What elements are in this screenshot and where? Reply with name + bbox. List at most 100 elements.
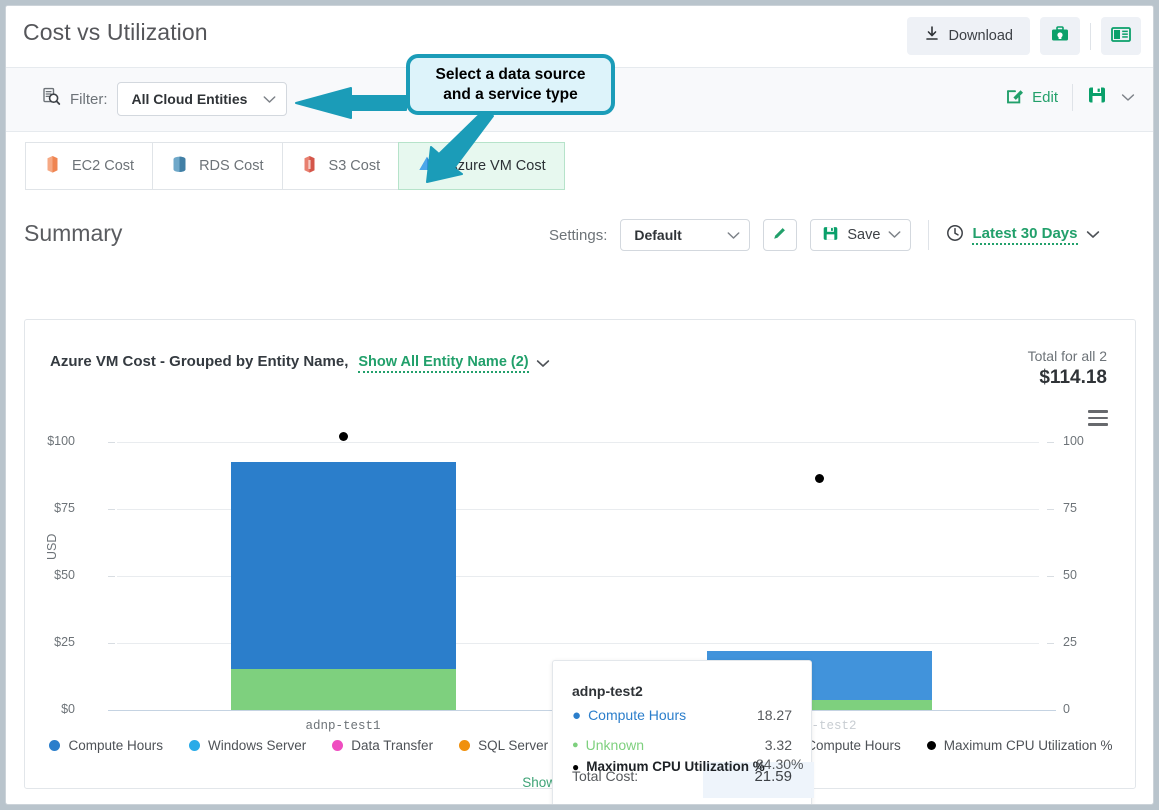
tick-mark	[108, 509, 115, 510]
y-tick-left: $0	[61, 702, 75, 716]
save-settings-button[interactable]: Save	[810, 219, 912, 251]
aws-rds-icon	[171, 155, 188, 178]
chart-total: Total for all 2 $114.18	[1028, 348, 1107, 389]
legend-item-maximum-cpu-utilization[interactable]: Maximum CPU Utilization %	[926, 738, 1113, 753]
book-panel-button[interactable]	[1101, 17, 1141, 55]
legend-item-compute-hours[interactable]: Compute Hours	[49, 738, 163, 753]
tick-mark	[1047, 509, 1054, 510]
y-axis-left-label: USD	[45, 533, 59, 560]
legend-item-windows-server[interactable]: Windows Server	[189, 738, 306, 753]
save-group	[1087, 85, 1135, 110]
y-tick-right: 100	[1063, 434, 1084, 448]
summary-title: Summary	[24, 220, 123, 246]
download-icon	[924, 26, 940, 46]
summary-divider	[928, 220, 930, 250]
legend-label: Compute Hours	[68, 738, 163, 753]
x-axis-category-label: adnp-test1	[305, 719, 381, 733]
tooltip-series-value: 3.32	[764, 737, 792, 753]
tick-mark	[1047, 576, 1054, 577]
chevron-down-icon	[263, 91, 276, 107]
y-tick-left: $100	[47, 434, 75, 448]
legend-label: Maximum CPU Utilization %	[943, 738, 1113, 753]
tabs-bar: EC2 Cost RDS Cost S3 Cost Azure VM Cost	[6, 132, 1153, 208]
scatter-point-max-cpu[interactable]	[815, 474, 824, 483]
tooltip-series-name: ● Unknown	[572, 737, 645, 753]
tooltip-cpu-label: ● Maximum CPU Utilization %	[572, 759, 765, 774]
summary-bar: Summary Settings: Default Save Latest 30…	[6, 208, 1153, 270]
legend-label: Windows Server	[208, 738, 307, 753]
date-range-label: Latest 30 Days	[972, 225, 1078, 245]
settings-select-value: Default	[634, 227, 682, 243]
chevron-down-icon	[1086, 226, 1100, 244]
download-button[interactable]: Download	[906, 17, 1030, 55]
download-label: Download	[948, 28, 1014, 44]
callout-bubble: Select a data source and a service type	[406, 54, 615, 115]
total-value: $114.18	[1039, 367, 1107, 388]
tabs-list: EC2 Cost RDS Cost S3 Cost Azure VM Cost	[25, 142, 565, 190]
legend-color-swatch	[189, 740, 200, 751]
tab-label: S3 Cost	[328, 158, 381, 174]
chevron-down-icon	[888, 227, 901, 243]
y-tick-right: 50	[1063, 568, 1077, 582]
chart-plot-area: USD Maximum CPU Utilization % $100 $75 $…	[25, 420, 1137, 804]
filter-select-value: All Cloud Entities	[131, 91, 248, 107]
legend-color-swatch	[926, 741, 936, 750]
callout-text: Select a data source and a service type	[435, 65, 586, 103]
tooltip-series-value: 18.27	[756, 707, 792, 723]
tab-label: Azure VM Cost	[448, 158, 546, 174]
chevron-down-icon	[727, 227, 740, 243]
y-tick-left: $50	[54, 568, 75, 582]
bar-segment-compute-hours[interactable]	[231, 462, 456, 669]
bullet-icon: ●	[572, 759, 580, 774]
tick-mark	[1047, 442, 1054, 443]
chart-header: Azure VM Cost - Grouped by Entity Name, …	[50, 353, 550, 373]
bullet-icon: ●	[572, 738, 579, 751]
chart-tooltip: adnp-test2 ● Compute Hours 18.27 ● Unkno…	[552, 660, 814, 804]
edit-button[interactable]: Edit	[1006, 86, 1058, 109]
page-title: Cost vs Utilization	[23, 19, 208, 45]
legend-label: Data Transfer	[351, 738, 434, 753]
y-tick-right: 25	[1063, 635, 1077, 649]
tick-mark	[108, 576, 115, 577]
book-icon	[1110, 24, 1132, 49]
total-label: Total for all 2	[1027, 348, 1107, 364]
chart-card: Azure VM Cost - Grouped by Entity Name, …	[24, 319, 1137, 804]
tab-azure-vm-cost[interactable]: Azure VM Cost	[398, 142, 565, 190]
tab-rds-cost[interactable]: RDS Cost	[152, 142, 282, 190]
y-tick-right: 75	[1063, 501, 1077, 515]
filter-document-icon	[42, 87, 61, 111]
date-range-picker[interactable]: Latest 30 Days	[946, 224, 1099, 247]
tooltip-cpu-value: 84.30%	[756, 756, 804, 772]
tooltip-title: adnp-test2	[572, 683, 643, 699]
application-window: Cost vs Utilization Download Filter: All…	[5, 5, 1154, 805]
tick-mark	[108, 442, 115, 443]
edit-label: Edit	[1032, 89, 1058, 106]
bar-segment-unknown[interactable]	[231, 669, 456, 710]
settings-select[interactable]: Default	[620, 219, 751, 251]
scatter-point-max-cpu[interactable]	[339, 432, 348, 441]
briefcase-button[interactable]	[1040, 17, 1080, 55]
legend-color-swatch	[332, 740, 344, 751]
show-all-entity-name-link[interactable]: Show All Entity Name (2)	[358, 354, 549, 373]
tab-label: EC2 Cost	[72, 158, 135, 174]
legend-item-data-transfer[interactable]: Data Transfer	[332, 738, 433, 753]
floppy-save-icon	[822, 225, 839, 246]
settings-label: Settings:	[549, 226, 608, 244]
filter-bar-actions: Edit	[1006, 84, 1135, 111]
filter-select[interactable]: All Cloud Entities	[116, 82, 287, 116]
header-divider	[1090, 22, 1091, 50]
floppy-save-icon[interactable]	[1087, 85, 1107, 110]
filter-group: Filter: All Cloud Entities	[42, 82, 287, 116]
legend-color-swatch	[459, 740, 471, 751]
edit-settings-button[interactable]	[763, 219, 798, 251]
chart-title: Azure VM Cost - Grouped by Entity Name,	[50, 353, 349, 370]
header-actions: Download	[906, 17, 1141, 55]
tooltip-row: ● Compute Hours 18.27	[553, 707, 811, 733]
aws-s3-icon	[301, 155, 318, 178]
save-chevron-down-icon[interactable]	[1121, 89, 1135, 107]
tab-s3-cost[interactable]: S3 Cost	[281, 142, 399, 190]
clock-icon	[946, 224, 964, 247]
filter-label: Filter:	[70, 90, 108, 108]
tab-ec2-cost[interactable]: EC2 Cost	[25, 142, 153, 190]
show-all-entity-label: Show All Entity Name (2)	[358, 354, 529, 373]
